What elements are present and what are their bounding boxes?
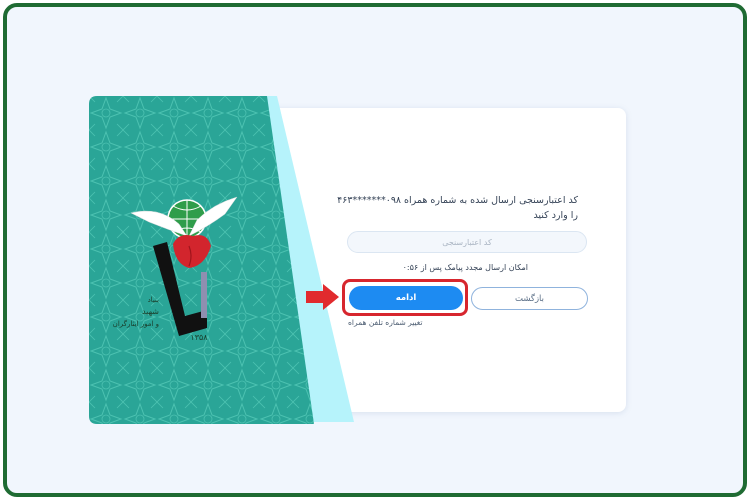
resend-countdown-text: امکان ارسال مجدد پیامک پس از ۰:۵۶ — [402, 263, 528, 272]
back-button[interactable]: بازگشت — [471, 287, 588, 310]
red-arrow-icon — [306, 284, 339, 310]
continue-button[interactable]: ادامه — [349, 286, 463, 310]
logo-text-3: و امور ایثارگران — [113, 319, 159, 328]
logo-text-2: شهید — [142, 307, 159, 316]
logo-year: ۱۳۵۸ — [190, 333, 208, 342]
change-phone-link[interactable]: تغییر شماره تلفن همراه — [348, 318, 423, 327]
decorative-logo-panel: بنیاد شهید و امور ایثارگران ۱۳۵۸ — [89, 96, 354, 424]
verification-code-input[interactable] — [347, 231, 587, 253]
logo-text-1: بنیاد — [148, 296, 159, 304]
verification-message: کد اعتبارسنجی ارسال شده به شماره همراه ۰… — [337, 195, 578, 221]
